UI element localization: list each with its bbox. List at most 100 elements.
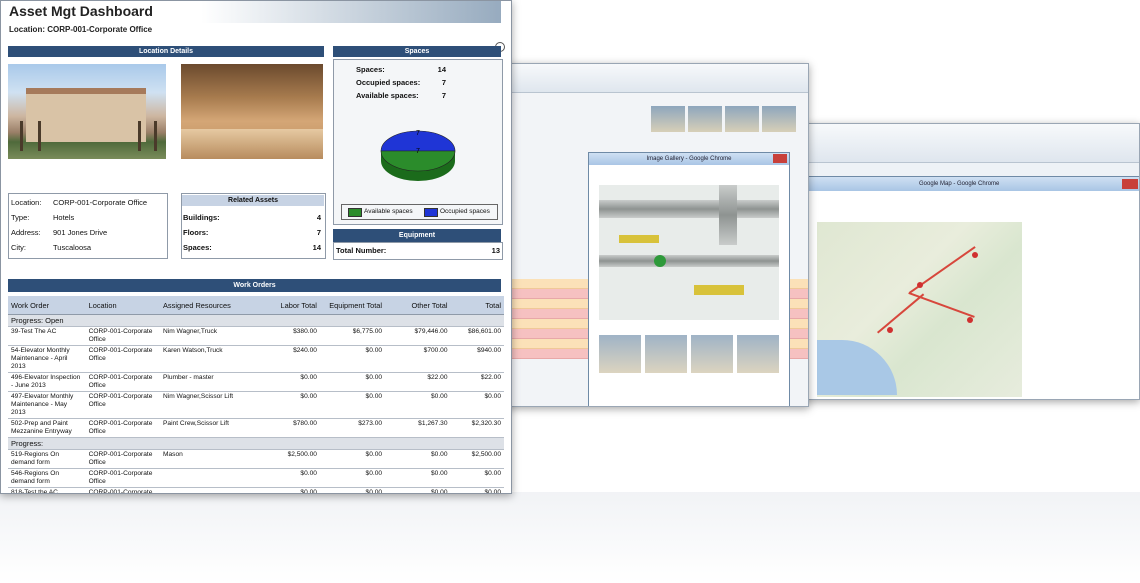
table-cell: $2,500.00 [263,449,320,469]
table-cell: $0.00 [450,391,504,419]
table-cell: 54-Elevator Monthly Maintenance - April … [8,345,86,373]
table-row[interactable]: 497-Elevator Monthly Maintenance - May 2… [8,391,504,419]
gallery-thumbnail[interactable] [737,335,779,373]
table-row[interactable]: 39-Test The AC CORP-001-Corporate Office N… [8,326,504,346]
table-cell: $0.00 [385,391,451,419]
table-row[interactable]: 519-Regions On demand form CORP-001-Corpo… [8,449,504,469]
occupied-spaces-row: Occupied spaces: 7 [356,78,446,87]
table-cell [160,468,264,488]
equipment-total-label: Total Number: [336,246,387,255]
table-row[interactable]: 502-Prep and Paint Mezzanine Entryway COR… [8,418,504,438]
asset-dashboard-window: Asset Mgt Dashboard Location: CORP-001-C… [0,0,512,494]
table-cell: 818-Test the AC [8,487,86,493]
map-close-icon[interactable] [1122,179,1138,189]
spaces-header: Spaces [333,46,501,57]
table-row[interactable]: 818-Test the ACCORP-001-Corporate Office… [8,487,504,493]
col-other-total[interactable]: Other Total [385,296,451,315]
related-assets-header: Related Assets [182,195,324,206]
table-cell: 497-Elevator Monthly Maintenance - May 2… [8,391,86,419]
gallery-close-icon[interactable] [773,154,787,163]
equipment-total-value: 13 [491,246,500,255]
table-cell: Paint Crew,Scissor Lift [160,418,264,438]
table-cell [160,487,264,493]
legend-label-available: Available spaces [364,208,413,215]
page-title: Asset Mgt Dashboard [9,3,153,19]
spaces-total-row: Spaces: 14 [356,65,446,74]
spaces-row: Spaces: 14 [183,243,321,252]
table-cell: CORP-001-Corporate Office [85,487,160,493]
table-cell: $0.00 [319,372,386,392]
gallery-thumbnail[interactable] [651,106,685,132]
map-marker-icon[interactable] [972,252,978,258]
group-label: Progress: Open [8,314,504,327]
legend-label-occupied: Occupied spaces [440,208,490,215]
table-cell: $2,320.30 [450,418,504,438]
gallery-thumbnail[interactable] [725,106,759,132]
table-cell: CORP-001-Corporate Office [85,468,160,488]
location-details-header: Location Details [8,46,324,57]
table-cell: CORP-001-Corporate Office [85,418,160,438]
table-cell: CORP-001-Corporate Office [85,391,160,419]
group-row[interactable]: Progress: Open [8,314,504,327]
col-labor-total[interactable]: Labor Total [263,296,320,315]
table-cell: $0.00 [385,468,451,488]
table-cell: Karen Watson,Truck [160,345,264,373]
table-cell: CORP-001-Corporate Office [85,449,160,469]
gallery-thumbnail[interactable] [645,335,687,373]
route-line [877,293,925,334]
table-cell: $0.00 [450,487,504,493]
reflection-effect [0,492,1140,583]
google-map-popup: Google Map - Google Chrome [808,176,1139,399]
col-equipment-total[interactable]: Equipment Total [319,296,386,315]
map-coordinates-panel [1025,217,1135,397]
table-cell: 546-Regions On demand form [8,468,86,488]
table-cell: CORP-001-Corporate Office [85,372,160,392]
group-row[interactable]: Progress: [8,437,504,450]
table-cell: $1,267.30 [385,418,451,438]
table-cell: $0.00 [263,468,320,488]
image-gallery-popup: Image Gallery - Google Chrome [588,152,790,406]
table-cell: $0.00 [385,487,451,493]
map-marker-icon[interactable] [887,327,893,333]
map-ribbon-toolbar [806,124,1139,163]
table-cell: CORP-001-Corporate Office [85,345,160,373]
gallery-window-screenshot: Image Gallery - Google Chrome [505,63,809,407]
gallery-thumbnail[interactable] [599,335,641,373]
equipment-panel: Total Number: 13 [333,242,503,260]
table-header-row: Work Order Location Assigned Resources L… [8,296,504,315]
table-cell: $22.00 [385,372,451,392]
table-cell: $79,446.00 [385,326,451,346]
address-field-row: Address: 901 Jones Drive [11,228,108,237]
col-assigned-resources[interactable]: Assigned Resources [160,296,264,315]
table-cell: $6,775.00 [319,326,386,346]
table-row[interactable]: 496-Elevator Inspection - June 2013 CORP-… [8,372,504,392]
table-cell: Plumber - master [160,372,264,392]
image-gallery-strip [651,106,796,132]
table-row[interactable]: 546-Regions On demand form CORP-001-Corpo… [8,468,504,488]
group-label: Progress: [8,437,504,450]
type-field-row: Type: Hotels [11,213,75,222]
col-location[interactable]: Location [85,296,160,315]
table-cell: $86,601.00 [450,326,504,346]
hotel-exterior-photo [8,64,166,159]
floors-row: Floors: 7 [183,228,321,237]
pipe-diagram-image [599,185,779,320]
table-cell: $0.00 [319,468,386,488]
gallery-thumbnail[interactable] [762,106,796,132]
table-cell: $0.00 [319,449,386,469]
map-marker-icon[interactable] [917,282,923,288]
location-field-row: Location: CORP-001-Corporate Office [11,198,148,207]
gallery-thumbnail[interactable] [688,106,722,132]
table-cell: $380.00 [263,326,320,346]
map-marker-icon[interactable] [967,317,973,323]
table-cell: $0.00 [319,391,386,419]
map-popup-title: Google Map - Google Chrome [809,177,1139,191]
table-cell: $780.00 [263,418,320,438]
gallery-thumbnail[interactable] [691,335,733,373]
gallery-ribbon-toolbar [506,64,808,93]
gallery-popup-title: Image Gallery - Google Chrome [589,153,789,165]
table-row[interactable]: 54-Elevator Monthly Maintenance - April … [8,345,504,373]
col-total[interactable]: Total [450,296,504,315]
col-work-order[interactable]: Work Order [8,296,86,315]
map-canvas[interactable] [817,222,1022,397]
